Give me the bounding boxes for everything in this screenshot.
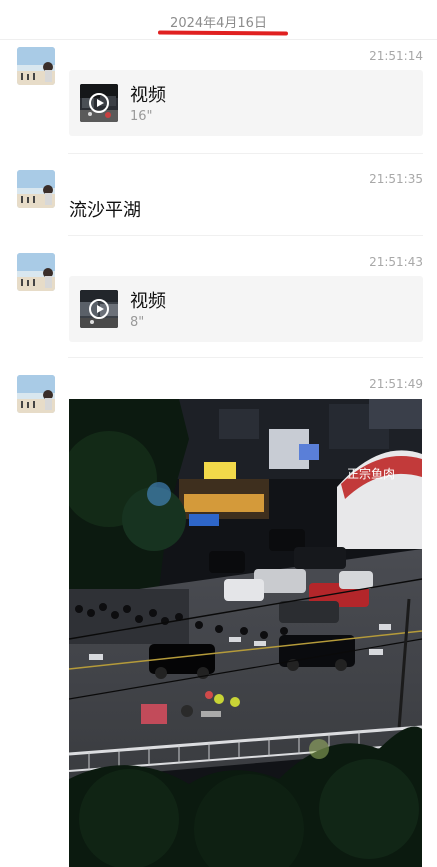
image-message[interactable]: 正宗鱼肉 (69, 399, 422, 867)
red-annotation-underline (157, 30, 289, 36)
video-message[interactable]: 视频 8" (69, 276, 423, 342)
video-thumbnail (80, 84, 118, 122)
night-street-photo: 正宗鱼肉 (69, 399, 422, 867)
video-label: 视频 (130, 291, 166, 312)
divider (68, 235, 423, 236)
video-thumbnail (80, 290, 118, 328)
video-duration: 8" (130, 315, 145, 330)
divider (68, 153, 423, 154)
message-time: 21:51:35 (369, 172, 423, 186)
avatar[interactable] (17, 170, 55, 208)
avatar[interactable] (17, 375, 55, 413)
video-message[interactable]: 视频 16" (69, 70, 423, 136)
avatar-image (17, 253, 55, 291)
date-label: 2024年4月16日 (170, 16, 267, 31)
avatar[interactable] (17, 47, 55, 85)
play-circle-icon (89, 93, 109, 113)
message-time: 21:51:14 (369, 49, 423, 63)
video-duration: 16" (130, 109, 153, 124)
play-circle-icon (89, 299, 109, 319)
text-message[interactable]: 流沙平湖 (69, 196, 141, 222)
shop-sign-text: 正宗鱼肉 (347, 466, 395, 481)
chat-history-page: 2024年4月16日 21:51:14 视频 16" 21:51:35 流沙平湖… (0, 0, 437, 867)
avatar-image (17, 170, 55, 208)
video-label: 视频 (130, 85, 166, 106)
date-header: 2024年4月16日 (0, 0, 437, 40)
message-time: 21:51:43 (369, 255, 423, 269)
message-time: 21:51:49 (369, 377, 423, 391)
avatar-image (17, 47, 55, 85)
divider (68, 357, 423, 358)
avatar-image (17, 375, 55, 413)
avatar[interactable] (17, 253, 55, 291)
